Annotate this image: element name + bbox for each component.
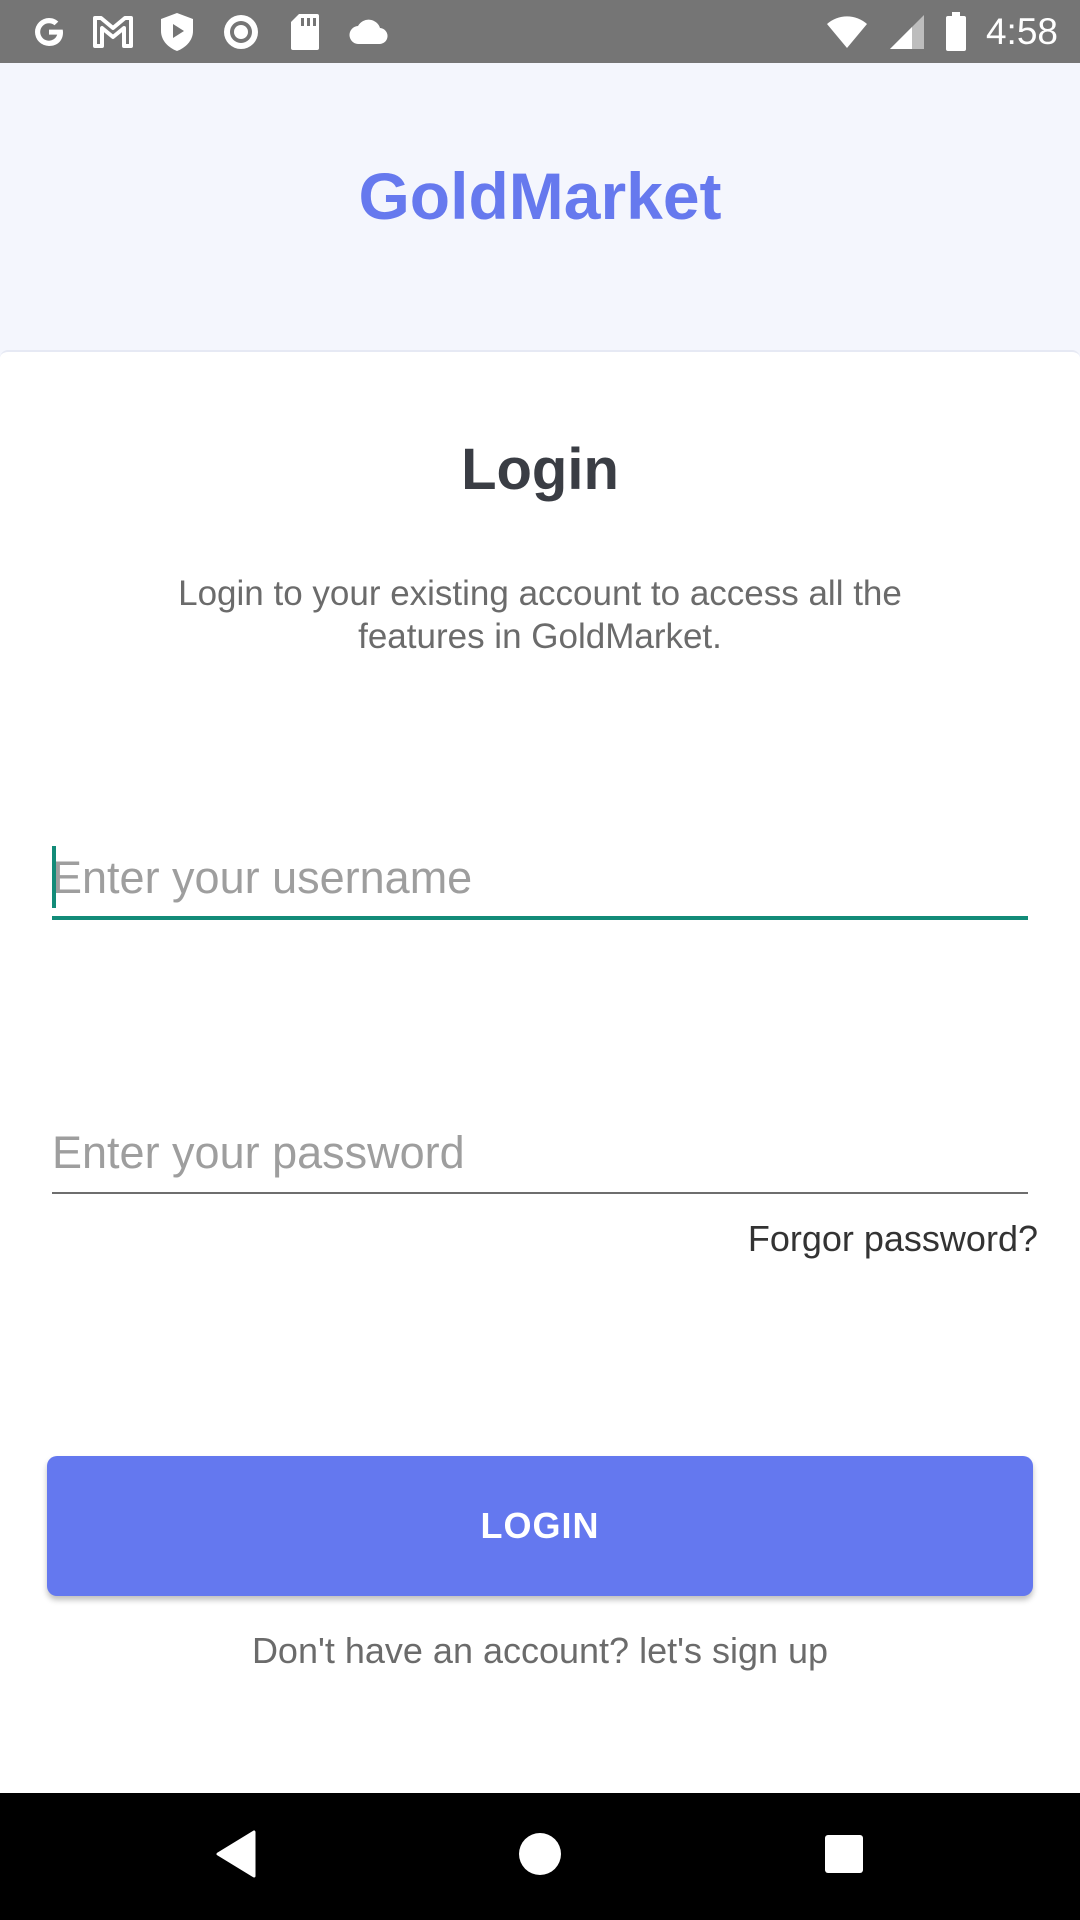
home-icon (517, 1831, 563, 1882)
wifi-icon (824, 9, 870, 55)
record-icon (218, 9, 264, 55)
battery-icon (944, 9, 968, 55)
cloud-icon (346, 9, 392, 55)
gmail-icon (90, 9, 136, 55)
notification-icons (26, 0, 410, 63)
google-icon (26, 9, 72, 55)
page-title: Login (461, 437, 619, 502)
status-bar: 4:58 (0, 0, 1080, 63)
password-input[interactable] (52, 1114, 1028, 1194)
app-header: GoldMarket (0, 63, 1080, 350)
sd-card-icon (282, 9, 328, 55)
text-cursor (52, 846, 56, 908)
home-button[interactable] (480, 1793, 600, 1920)
cell-signal-icon (884, 9, 930, 55)
system-indicators: 4:58 (824, 0, 1058, 63)
username-input[interactable] (52, 840, 1028, 920)
recents-icon (824, 1834, 864, 1879)
back-icon (214, 1830, 258, 1883)
status-time: 4:58 (985, 10, 1058, 52)
navigation-bar (0, 1793, 1080, 1920)
login-button[interactable]: LOGIN (47, 1456, 1033, 1596)
shield-play-icon (154, 9, 200, 55)
page-subtitle: Login to your existing account to access… (178, 574, 902, 656)
back-button[interactable] (176, 1793, 296, 1920)
forgot-password-link[interactable]: Forgor password? (748, 1218, 1038, 1260)
signup-link[interactable]: Don't have an account? let's sign up (0, 1630, 1080, 1672)
login-card: Login Login to your existing account to … (0, 350, 1080, 1793)
app-title: GoldMarket (358, 158, 722, 233)
recents-button[interactable] (784, 1793, 904, 1920)
